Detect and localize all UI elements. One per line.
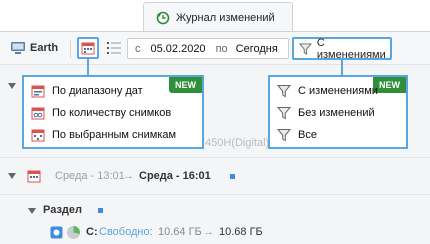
section-label: Раздел xyxy=(43,204,82,216)
filter-label: С изменениями xyxy=(316,36,386,61)
free-space-before: 10.64 ГБ xyxy=(158,226,202,238)
computer-icon xyxy=(11,42,25,54)
change-marker xyxy=(230,174,235,179)
disk-usage-icon xyxy=(67,226,80,239)
menu-item-without-changes[interactable]: Без изменений xyxy=(277,106,375,120)
filter-icon xyxy=(277,85,291,98)
toolbar-divider xyxy=(70,40,71,58)
date-to-value[interactable]: Сегодня xyxy=(236,43,278,55)
range-mode-button[interactable] xyxy=(77,37,99,59)
changes-filter-menu: NEW С изменениями Без изменений Все xyxy=(268,75,408,149)
disk-icon xyxy=(50,226,63,239)
new-badge: NEW xyxy=(169,77,202,93)
date-to-label: по xyxy=(215,42,228,55)
changes-filter-button[interactable]: С изменениями xyxy=(292,36,392,61)
menu-item-date-range[interactable]: По диапазону дат xyxy=(31,84,143,98)
filter-icon xyxy=(277,107,291,120)
toolbar: Earth с 05.02.2020 по Сегодня С изменени… xyxy=(0,31,430,65)
device-name-partial: 450H(Digital) xyxy=(205,137,270,149)
list-mode-icon[interactable] xyxy=(106,41,122,55)
row-divider xyxy=(0,194,430,195)
menu-item-snapshot-count[interactable]: По количеству снимков xyxy=(31,106,171,120)
snapshot-arrow: → xyxy=(123,170,134,182)
drive-letter: C: xyxy=(86,226,98,238)
menu-item-label: С изменениями xyxy=(298,85,378,97)
menu-item-with-changes[interactable]: С изменениями xyxy=(277,84,378,98)
snapshot-from: Среда - 13:01 xyxy=(55,170,125,182)
menu-item-all[interactable]: Все xyxy=(277,128,317,142)
menu-item-label: По выбранным снимкам xyxy=(52,129,177,141)
section-row[interactable]: Раздел xyxy=(0,203,430,219)
disk-row[interactable]: C: Свободно: 10.64 ГБ → 10.68 ГБ xyxy=(0,224,430,242)
menu-item-label: Без изменений xyxy=(298,107,375,119)
collapse-arrow-icon[interactable] xyxy=(8,173,16,179)
menu-item-selected-snapshots[interactable]: По выбранным снимкам xyxy=(31,128,176,142)
tab-title: Журнал изменений xyxy=(176,11,275,24)
filter-icon xyxy=(299,43,312,55)
snapshot-row[interactable]: Среда - 13:01 → Среда - 16:01 xyxy=(0,166,430,186)
date-from-value[interactable]: 05.02.2020 xyxy=(151,43,206,55)
collapse-arrow-icon[interactable] xyxy=(28,208,36,214)
collapse-arrow-icon[interactable] xyxy=(8,83,16,89)
filter-icon xyxy=(277,129,291,142)
range-connector xyxy=(87,59,89,76)
tab-change-log[interactable]: Журнал изменений xyxy=(143,2,293,32)
filter-connector xyxy=(341,59,343,76)
snapshot-to: Среда - 16:01 xyxy=(139,170,211,182)
menu-item-label: По количеству снимков xyxy=(52,107,172,119)
range-mode-menu: NEW По диапазону дат По количеству снимк… xyxy=(22,75,204,149)
free-space-label: Свободно: xyxy=(99,226,153,238)
computer-selector[interactable]: Earth xyxy=(10,41,58,55)
menu-item-label: По диапазону дат xyxy=(52,85,143,97)
date-range-field[interactable]: с 05.02.2020 по Сегодня xyxy=(127,38,289,59)
calendar-selected-icon xyxy=(31,129,45,142)
calendar-count-icon xyxy=(31,107,45,120)
free-space-arrow: → xyxy=(203,226,214,238)
menu-item-label: Все xyxy=(298,129,317,141)
calendar-icon xyxy=(27,170,41,183)
free-space-after: 10.68 ГБ xyxy=(219,226,263,238)
change-marker xyxy=(98,208,103,213)
tab-strip: Журнал изменений xyxy=(0,0,430,32)
app-window: Журнал изменений Earth с 05.02.2020 по С… xyxy=(0,0,430,244)
date-from-label: с xyxy=(135,42,141,55)
calendar-icon xyxy=(81,42,95,55)
computer-name: Earth xyxy=(30,42,59,54)
history-icon xyxy=(156,11,170,24)
calendar-range-icon xyxy=(31,85,45,98)
row-divider xyxy=(0,157,430,158)
